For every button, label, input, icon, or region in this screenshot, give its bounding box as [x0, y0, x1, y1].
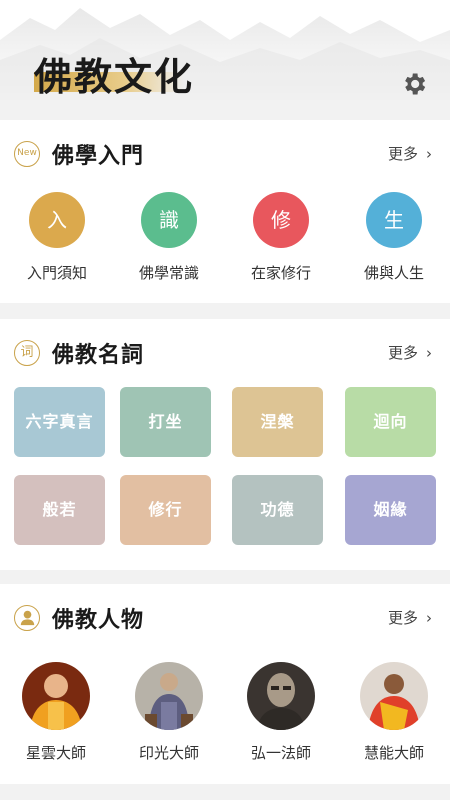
app-title: 佛教文化 — [34, 54, 195, 99]
terms-section-title: 佛教名詞 — [52, 343, 145, 368]
term-tile[interactable]: 姻緣 — [345, 475, 436, 545]
people-section-title: 佛教人物 — [52, 608, 145, 633]
intro-item-common-knowledge[interactable]: 識 佛學常識 — [119, 192, 219, 283]
person-icon — [14, 605, 40, 631]
person-item[interactable]: 弘一法師 — [231, 662, 331, 763]
term-tile[interactable]: 修行 — [120, 475, 211, 545]
chevron-right-icon: › — [426, 344, 432, 362]
person-name: 弘一法師 — [250, 744, 311, 762]
intro-more-label: 更多 — [387, 145, 418, 163]
term-tile[interactable]: 般若 — [14, 475, 105, 545]
avatar — [360, 662, 428, 730]
intro-item-badge: 生 — [366, 192, 422, 248]
term-tile[interactable]: 迴向 — [345, 387, 436, 457]
people-section: 佛教人物 更多 › 星雲大師 印光大師 弘一法師 慧能大師 — [0, 584, 450, 784]
new-badge-icon: New — [14, 141, 40, 167]
person-name: 星雲大師 — [25, 744, 86, 762]
intro-item-buddha-and-life[interactable]: 生 佛與人生 — [344, 192, 444, 283]
person-item[interactable]: 慧能大師 — [344, 662, 444, 763]
intro-item-entry-guide[interactable]: 入 入門須知 — [7, 192, 107, 283]
term-tile[interactable]: 六字真言 — [14, 387, 105, 457]
person-item[interactable]: 印光大師 — [119, 662, 219, 763]
intro-section-header: New 佛學入門 更多 › — [14, 138, 436, 169]
people-more-label: 更多 — [387, 609, 418, 627]
terms-more-link[interactable]: 更多 › — [388, 342, 432, 363]
header: 佛教文化 — [0, 0, 450, 100]
chevron-right-icon: › — [426, 609, 432, 627]
person-name: 慧能大師 — [363, 744, 424, 762]
intro-item-label: 佛與人生 — [363, 264, 424, 282]
avatar — [247, 662, 315, 730]
intro-section-title: 佛學入門 — [52, 144, 145, 169]
app-title-wrap: 佛教文化 — [34, 46, 194, 100]
intro-item-home-practice[interactable]: 修 在家修行 — [231, 192, 331, 283]
term-tile[interactable]: 功德 — [232, 475, 323, 545]
terms-section-header: 词 佛教名詞 更多 › — [14, 337, 436, 368]
intro-item-label: 入門須知 — [26, 264, 87, 282]
avatar — [22, 662, 90, 730]
intro-item-label: 佛學常識 — [138, 264, 199, 282]
terms-more-label: 更多 — [387, 344, 418, 362]
gear-icon[interactable] — [400, 70, 428, 98]
terms-section: 词 佛教名詞 更多 › 六字真言 打坐 涅槃 迴向 般若 修行 功德 姻緣 — [0, 319, 450, 570]
intro-item-badge: 入 — [29, 192, 85, 248]
people-more-link[interactable]: 更多 › — [388, 607, 432, 628]
term-badge-icon: 词 — [14, 340, 40, 366]
intro-more-link[interactable]: 更多 › — [388, 143, 432, 164]
person-glyph — [20, 610, 34, 626]
chevron-right-icon: › — [426, 145, 432, 163]
intro-section: New 佛學入門 更多 › 入 入門須知 識 佛學常識 修 在家修行 生 佛與人生 — [0, 120, 450, 303]
person-name: 印光大師 — [138, 744, 199, 762]
avatar — [135, 662, 203, 730]
term-tile[interactable]: 涅槃 — [232, 387, 323, 457]
intro-item-label: 在家修行 — [250, 264, 311, 282]
term-tile[interactable]: 打坐 — [120, 387, 211, 457]
intro-item-badge: 識 — [141, 192, 197, 248]
intro-item-badge: 修 — [253, 192, 309, 248]
people-section-header: 佛教人物 更多 › — [14, 602, 436, 633]
person-item[interactable]: 星雲大師 — [6, 662, 106, 763]
